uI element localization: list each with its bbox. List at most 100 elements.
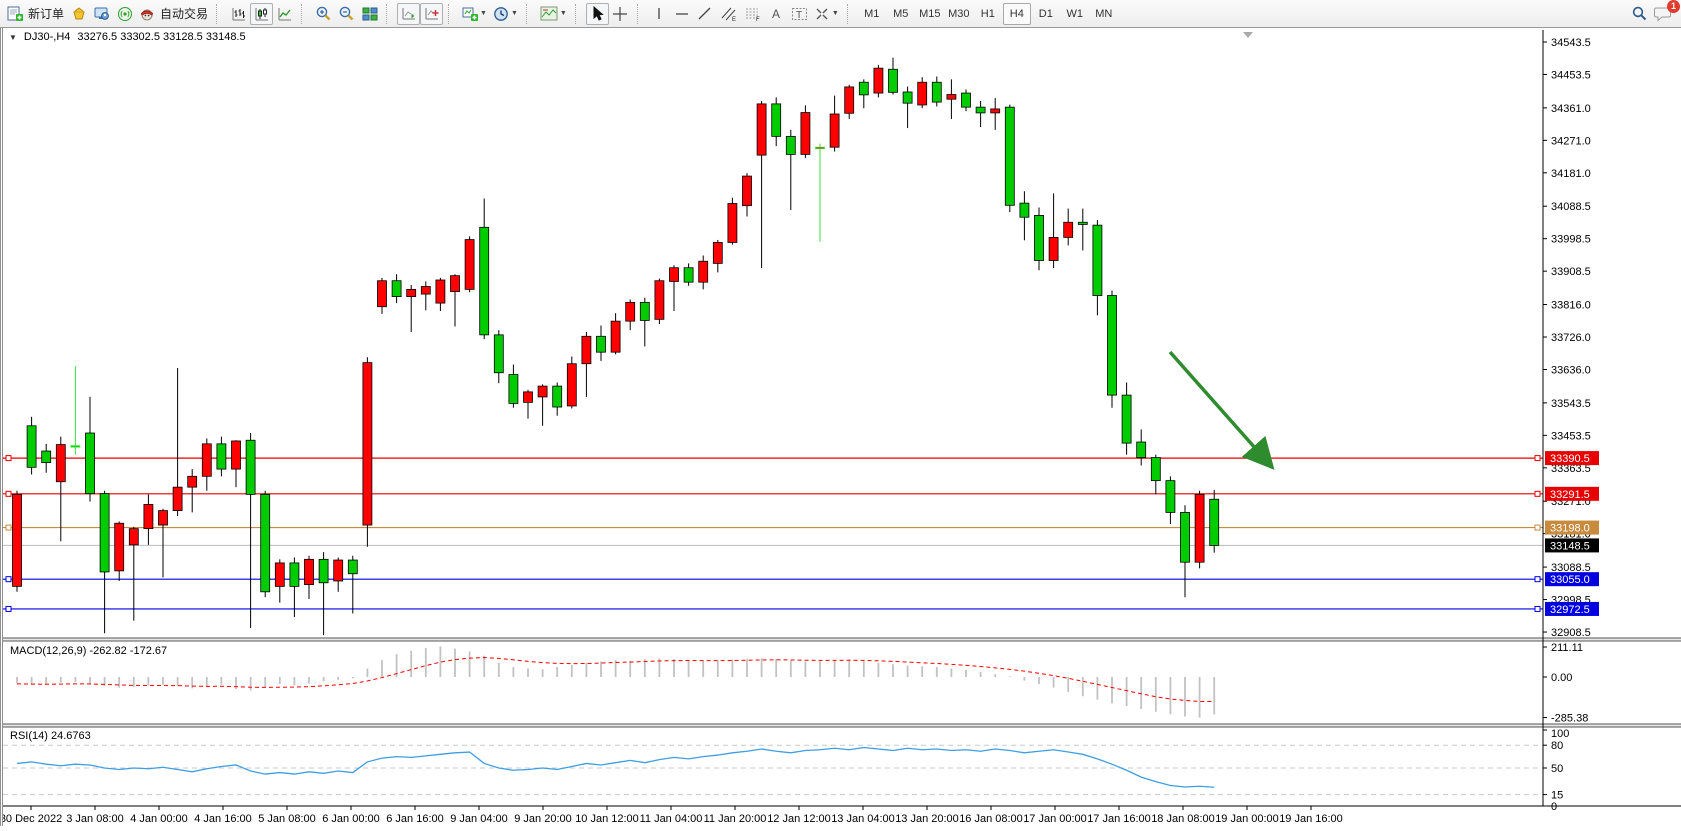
candlestick-chart-button[interactable] (250, 3, 273, 25)
candle-body (1049, 237, 1058, 260)
svg-text:10 Jan 12:00: 10 Jan 12:00 (575, 813, 639, 825)
fibonacci-button[interactable]: F (741, 3, 765, 25)
horizontal-line[interactable] (3, 525, 1543, 530)
candle-body (42, 451, 51, 463)
chart-shift-button[interactable] (420, 3, 443, 25)
text-button[interactable]: A (765, 3, 788, 25)
candle-body (1078, 222, 1087, 224)
rsi-indicator-label: RSI(14) 24.6763 (10, 730, 91, 742)
horizontal-line[interactable] (3, 491, 1543, 496)
auto-scroll-button[interactable] (397, 3, 420, 25)
candle-body (1122, 395, 1131, 443)
line-chart-icon (277, 6, 293, 22)
notifications-button[interactable]: 1 (1651, 3, 1675, 25)
cursor-button[interactable] (586, 3, 609, 25)
svg-text:32908.5: 32908.5 (1551, 627, 1591, 639)
svg-text:17 Jan 00:00: 17 Jan 00:00 (1023, 813, 1087, 825)
equidistant-channel-button[interactable]: E (717, 3, 741, 25)
timeframe-h4[interactable]: H4 (1003, 3, 1031, 25)
timeframe-m5[interactable]: M5 (887, 3, 915, 25)
svg-text:33198.0: 33198.0 (1550, 523, 1590, 535)
market-button[interactable] (67, 3, 90, 25)
price-label: 33055.0 (1545, 572, 1599, 586)
zoom-out-button[interactable] (335, 3, 358, 25)
svg-text:80: 80 (1551, 740, 1563, 752)
timeframe-d1[interactable]: D1 (1032, 3, 1060, 25)
candle-body (173, 487, 182, 510)
timeframe-m1[interactable]: M1 (858, 3, 886, 25)
trendline-button[interactable] (694, 3, 717, 25)
signals-button[interactable] (113, 3, 136, 25)
svg-text:33148.5: 33148.5 (1550, 540, 1590, 552)
candle-body (13, 494, 22, 586)
timeframe-m15[interactable]: M15 (916, 3, 944, 25)
candle-body (275, 563, 284, 586)
vps-button[interactable] (90, 3, 113, 25)
timeframe-m30[interactable]: M30 (945, 3, 973, 25)
rsi-line (17, 747, 1214, 787)
trend-arrow[interactable] (1170, 352, 1271, 466)
chart-window[interactable]: 34543.534453.534361.034271.034181.034088… (0, 28, 1681, 826)
candle-body (246, 440, 255, 494)
candle-body (305, 559, 314, 584)
auto-scroll-icon (401, 6, 417, 22)
channel-icon: E (720, 6, 738, 22)
periods-button[interactable]: ▼ (490, 3, 521, 25)
candle-body (655, 281, 664, 320)
chart-shift-marker[interactable] (1243, 32, 1253, 38)
candle-body (524, 392, 533, 402)
one-click-trading-toggle[interactable]: ▼ (9, 33, 17, 42)
bar-chart-icon (231, 6, 247, 22)
zoom-in-button[interactable] (312, 3, 335, 25)
svg-text:34088.5: 34088.5 (1551, 201, 1591, 213)
timeframe-mn[interactable]: MN (1090, 3, 1118, 25)
timeframe-w1[interactable]: W1 (1061, 3, 1089, 25)
horizontal-line[interactable] (3, 577, 1543, 582)
candle-body (115, 523, 124, 571)
candle-body (86, 433, 95, 494)
svg-text:33291.5: 33291.5 (1550, 489, 1590, 501)
horizontal-line-button[interactable] (671, 3, 694, 25)
svg-text:33453.5: 33453.5 (1551, 430, 1591, 442)
candle-body (786, 136, 795, 154)
tile-windows-button[interactable] (358, 3, 381, 25)
svg-text:T: T (796, 10, 802, 21)
search-button[interactable] (1628, 3, 1651, 25)
text-label-button[interactable]: T (788, 3, 811, 25)
vertical-line-button[interactable] (648, 3, 671, 25)
svg-text:9 Jan 04:00: 9 Jan 04:00 (450, 813, 508, 825)
candle-body (290, 563, 299, 586)
candle-body (1195, 494, 1204, 562)
crosshair-button[interactable] (609, 3, 632, 25)
templates-button[interactable]: ▼ (537, 3, 570, 25)
new-chart-icon (462, 6, 478, 22)
candle-body (626, 302, 635, 321)
price-chart[interactable]: 34543.534453.534361.034271.034181.034088… (3, 28, 1681, 826)
svg-text:211.11: 211.11 (1551, 642, 1583, 654)
auto-trading-button[interactable]: 自动交易 (136, 3, 211, 25)
price-label: 33198.0 (1545, 521, 1599, 535)
vertical-line-icon (652, 6, 666, 21)
svg-text:0: 0 (1551, 801, 1557, 813)
svg-text:17 Jan 16:00: 17 Jan 16:00 (1087, 813, 1151, 825)
svg-text:100: 100 (1551, 728, 1569, 740)
price-label: 33291.5 (1545, 487, 1599, 501)
arrows-button[interactable]: ▼ (811, 3, 842, 25)
horizontal-line[interactable] (3, 606, 1543, 611)
chart-shift-icon (424, 6, 440, 22)
new-order-icon (7, 6, 24, 22)
svg-text:4 Jan 16:00: 4 Jan 16:00 (194, 813, 252, 825)
line-chart-button[interactable] (273, 3, 296, 25)
candle-body (1151, 458, 1160, 481)
new-order-button[interactable]: 新订单 (4, 3, 67, 25)
candle-body (144, 504, 153, 528)
candlestick-chart-icon (254, 6, 270, 22)
bar-chart-button[interactable] (227, 3, 250, 25)
candle-body (1137, 442, 1146, 458)
timeframe-h1[interactable]: H1 (974, 3, 1002, 25)
template-icon (540, 6, 558, 21)
zoom-out-icon (338, 5, 355, 22)
toolbar-separator (526, 4, 533, 24)
new-chart-button[interactable]: ▼ (459, 3, 490, 25)
svg-text:18 Jan 08:00: 18 Jan 08:00 (1151, 813, 1215, 825)
